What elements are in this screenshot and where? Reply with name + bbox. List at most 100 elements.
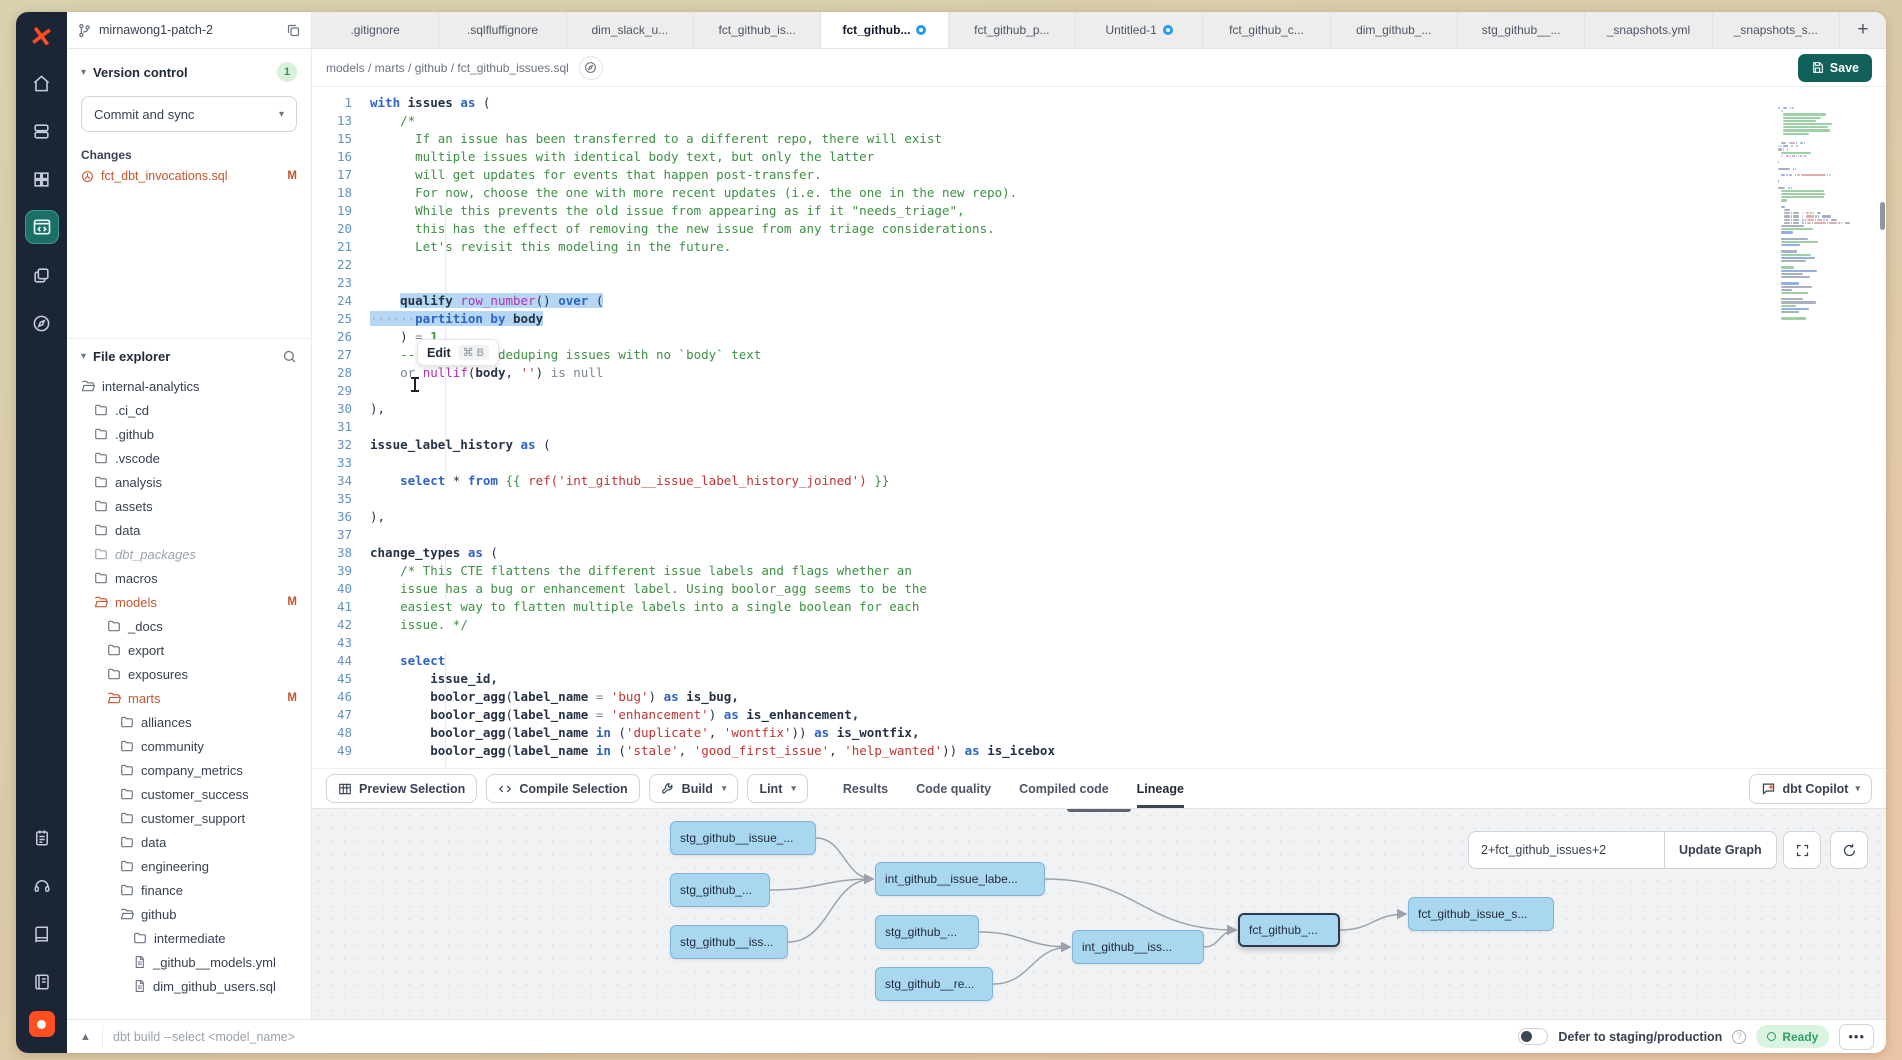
lineage-node[interactable]: fct_github_issue_s... xyxy=(1408,897,1554,931)
fullscreen-button[interactable] xyxy=(1783,831,1821,869)
changelog-icon[interactable] xyxy=(25,821,59,855)
preview-selection-button[interactable]: Preview Selection xyxy=(326,774,477,803)
file-tree-item[interactable]: intermediate xyxy=(67,926,311,950)
file-tree-item[interactable]: macros xyxy=(67,566,311,590)
file-tree-item[interactable]: data xyxy=(67,830,311,854)
tab-lineage[interactable]: Lineage xyxy=(1137,769,1184,808)
file-tree-item[interactable]: community xyxy=(67,734,311,758)
file-explorer-header[interactable]: ▾ File explorer xyxy=(67,338,311,374)
code-line[interactable]: 1with issues as ( xyxy=(312,94,1886,112)
jobs-icon[interactable] xyxy=(25,258,59,292)
file-tree-item[interactable]: engineering xyxy=(67,854,311,878)
expand-command-bar-button[interactable]: ▲ xyxy=(79,1026,103,1048)
file-tree-item[interactable]: company_metrics xyxy=(67,758,311,782)
support-icon[interactable] xyxy=(25,869,59,903)
code-line[interactable]: 22 xyxy=(312,256,1886,274)
docs-icon[interactable] xyxy=(25,917,59,951)
file-tree-item[interactable]: .vscode xyxy=(67,446,311,470)
file-tree-item[interactable]: dim_github_users.sql xyxy=(67,974,311,998)
code-line[interactable]: 28 or nullif(body, '') is null xyxy=(312,364,1886,382)
file-tree-item[interactable]: _docs xyxy=(67,614,311,638)
code-line[interactable]: 35 xyxy=(312,490,1886,508)
code-line[interactable]: 38change_types as ( xyxy=(312,544,1886,562)
lineage-node[interactable]: int_github__iss... xyxy=(1072,930,1204,964)
editor-tab[interactable]: dim_slack_u... xyxy=(567,12,694,48)
file-tree-item[interactable]: modelsM xyxy=(67,590,311,614)
code-line[interactable]: 24 qualify row_number() over ( xyxy=(312,292,1886,310)
code-line[interactable]: 46 boolor_agg(label_name = 'bug') as is_… xyxy=(312,688,1886,706)
editor-tab[interactable]: .sqlfluffignore xyxy=(439,12,566,48)
command-input[interactable]: dbt build --select <model_name> xyxy=(113,1030,1508,1044)
update-graph-button[interactable]: Update Graph xyxy=(1664,831,1777,869)
code-line[interactable]: 42 issue. */ xyxy=(312,616,1886,634)
code-line[interactable]: 47 boolor_agg(label_name = 'enhancement'… xyxy=(312,706,1886,724)
commit-and-sync-button[interactable]: Commit and sync ▾ xyxy=(81,96,297,132)
code-line[interactable]: 41 easiest way to flatten multiple label… xyxy=(312,598,1886,616)
new-tab-button[interactable]: + xyxy=(1840,12,1886,48)
code-line[interactable]: 13 /* xyxy=(312,112,1886,130)
editor-tab[interactable]: fct_github_is... xyxy=(694,12,821,48)
editor-tab[interactable]: dim_github_... xyxy=(1331,12,1458,48)
code-line[interactable]: 16 multiple issues with identical body t… xyxy=(312,148,1886,166)
ide-editor-icon[interactable] xyxy=(25,210,59,244)
lineage-node[interactable]: fct_github_... xyxy=(1238,913,1340,947)
help-icon[interactable]: ? xyxy=(1732,1030,1746,1044)
code-line[interactable]: 15 If an issue has been transferred to a… xyxy=(312,130,1886,148)
code-line[interactable]: 49 boolor_agg(label_name in ('stale', 'g… xyxy=(312,742,1886,760)
code-line[interactable]: 18 For now, choose the one with more rec… xyxy=(312,184,1886,202)
file-tree-item[interactable]: github xyxy=(67,902,311,926)
file-tree-item[interactable]: export xyxy=(67,638,311,662)
compile-selection-button[interactable]: Compile Selection xyxy=(486,774,639,803)
lineage-node[interactable]: stg_github__issue_... xyxy=(670,821,816,855)
code-line[interactable]: 36), xyxy=(312,508,1886,526)
save-button[interactable]: Save xyxy=(1798,54,1872,82)
code-line[interactable]: 33 xyxy=(312,454,1886,472)
lineage-node[interactable]: stg_github_... xyxy=(670,873,770,907)
file-tree-item[interactable]: dbt_packages xyxy=(67,542,311,566)
code-line[interactable]: 30), xyxy=(312,400,1886,418)
minimap[interactable] xyxy=(1778,107,1874,321)
editor-scrollbar-thumb[interactable] xyxy=(1880,202,1885,230)
code-line[interactable]: 29 xyxy=(312,382,1886,400)
code-line[interactable]: 19 While this prevents the old issue fro… xyxy=(312,202,1886,220)
changed-file-row[interactable]: fct_dbt_invocations.sqlM xyxy=(67,164,311,188)
code-line[interactable]: 37 xyxy=(312,526,1886,544)
code-editor[interactable]: 1with issues as (13 /*15 If an issue has… xyxy=(312,87,1886,768)
file-tree-item[interactable]: _github__models.yml xyxy=(67,950,311,974)
environments-icon[interactable] xyxy=(25,114,59,148)
dashboard-icon[interactable] xyxy=(25,162,59,196)
explore-icon[interactable] xyxy=(25,306,59,340)
file-tree-item[interactable]: exposures xyxy=(67,662,311,686)
file-tree-item[interactable]: .ci_cd xyxy=(67,398,311,422)
lint-button[interactable]: Lint▾ xyxy=(747,774,807,803)
copy-icon[interactable] xyxy=(286,23,301,38)
code-line[interactable]: 25······partition by body xyxy=(312,310,1886,328)
editor-tab[interactable]: _snapshots.yml xyxy=(1585,12,1712,48)
file-tree-item[interactable]: analysis xyxy=(67,470,311,494)
tab-results[interactable]: Results xyxy=(843,769,888,808)
code-line[interactable]: 23 xyxy=(312,274,1886,292)
code-line[interactable]: 31 xyxy=(312,418,1886,436)
editor-tab[interactable]: .gitignore xyxy=(312,12,439,48)
build-button[interactable]: Build▾ xyxy=(649,774,739,803)
edit-popover-button[interactable]: Edit ⌘ B xyxy=(417,339,499,366)
code-line[interactable]: 44 select xyxy=(312,652,1886,670)
dbt-flame-logo-icon[interactable] xyxy=(29,1011,55,1037)
file-tree-item[interactable]: alliances xyxy=(67,710,311,734)
file-tree-item[interactable]: customer_success xyxy=(67,782,311,806)
code-line[interactable]: 32issue_label_history as ( xyxy=(312,436,1886,454)
lineage-filter-input[interactable] xyxy=(1468,831,1664,869)
code-line[interactable]: 20 this has the effect of removing the n… xyxy=(312,220,1886,238)
tab-compiled-code[interactable]: Compiled code xyxy=(1019,769,1109,808)
explore-lineage-icon[interactable] xyxy=(579,56,603,80)
code-line[interactable]: 21 Let's revisit this modeling in the fu… xyxy=(312,238,1886,256)
code-line[interactable]: 48 boolor_agg(label_name in ('duplicate'… xyxy=(312,724,1886,742)
version-control-header[interactable]: ▾ Version control 1 xyxy=(67,49,311,90)
file-tree-item[interactable]: customer_support xyxy=(67,806,311,830)
lineage-node[interactable]: int_github__issue_labe... xyxy=(875,862,1045,896)
tab-code-quality[interactable]: Code quality xyxy=(916,769,991,808)
editor-tab[interactable]: stg_github__... xyxy=(1458,12,1585,48)
file-tree-item[interactable]: internal-analytics xyxy=(67,374,311,398)
more-options-button[interactable]: ••• xyxy=(1839,1024,1874,1050)
defer-toggle[interactable] xyxy=(1518,1028,1548,1045)
